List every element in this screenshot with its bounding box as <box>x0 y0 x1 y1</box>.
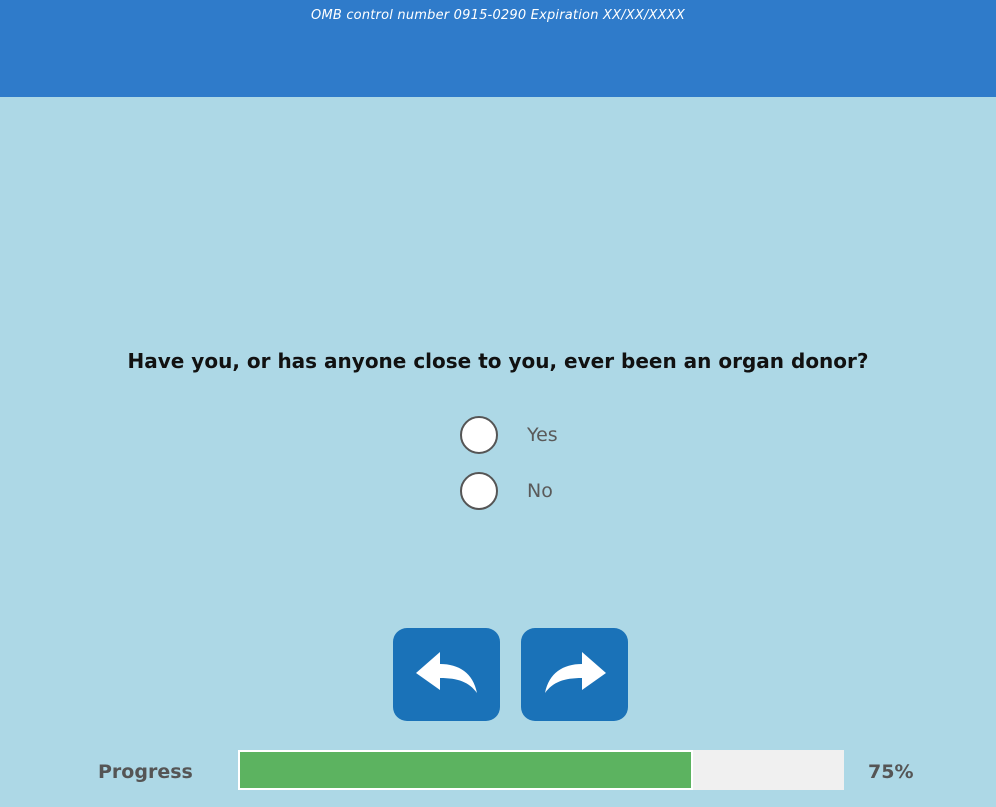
option-yes[interactable]: Yes <box>460 415 558 455</box>
omb-control-text: OMB control number 0915-0290 Expiration … <box>311 8 685 23</box>
progress-bar <box>238 750 844 790</box>
radio-yes[interactable] <box>460 416 498 454</box>
radio-no[interactable] <box>460 472 498 510</box>
back-arrow-icon <box>415 651 477 693</box>
back-button[interactable] <box>393 628 500 721</box>
option-no[interactable]: No <box>460 471 558 511</box>
forward-arrow-icon <box>544 651 606 693</box>
progress-bar-fill <box>238 750 693 790</box>
option-yes-label: Yes <box>527 424 558 446</box>
question-text: Have you, or has anyone close to you, ev… <box>127 349 869 373</box>
progress-percent: 75% <box>868 761 914 783</box>
next-button[interactable] <box>521 628 628 721</box>
answer-options: Yes No <box>460 415 558 527</box>
option-no-label: No <box>527 480 553 502</box>
progress-label: Progress <box>98 761 193 783</box>
header-bar: OMB control number 0915-0290 Expiration … <box>0 0 996 97</box>
